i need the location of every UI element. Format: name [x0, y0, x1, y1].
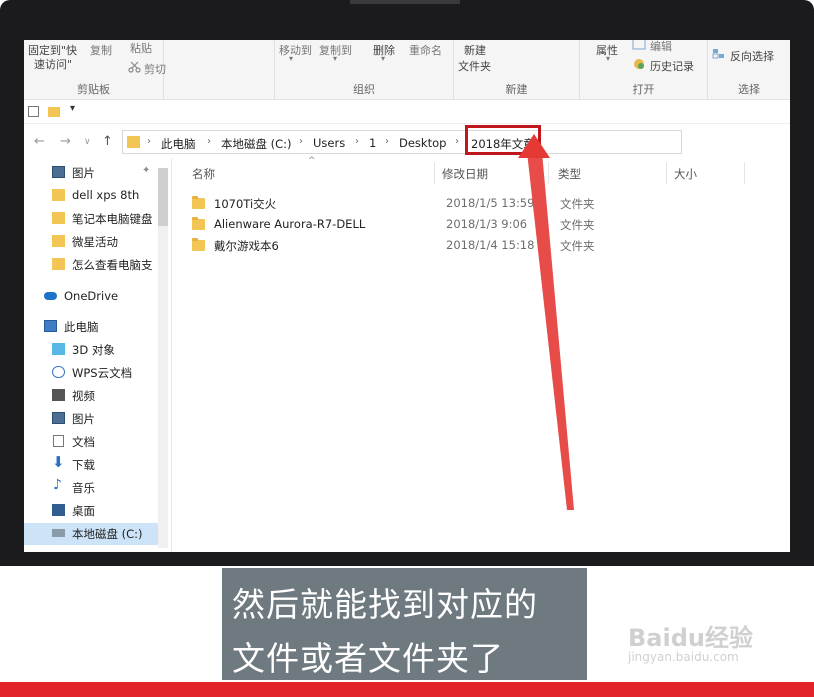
caption-line-2: 文件或者文件夹了 [232, 639, 504, 678]
monitor-bezel-highlight [350, 0, 460, 4]
caption-line-1: 然后就能找到对应的 [232, 585, 538, 624]
bottom-red-bar [0, 682, 814, 697]
explorer-window: 固定到"快 速访问" 复制 粘贴 剪切 剪贴板 移动到 ▾ 复制到 ▾ 删除 ▾… [24, 40, 790, 552]
monitor-bezel: 固定到"快 速访问" 复制 粘贴 剪切 剪贴板 移动到 ▾ 复制到 ▾ 删除 ▾… [0, 0, 814, 566]
baidu-watermark-logo: Baidu经验 [628, 624, 753, 652]
baidu-watermark-url: jingyan.baidu.com [628, 650, 739, 664]
annotation-arrow [518, 134, 574, 510]
